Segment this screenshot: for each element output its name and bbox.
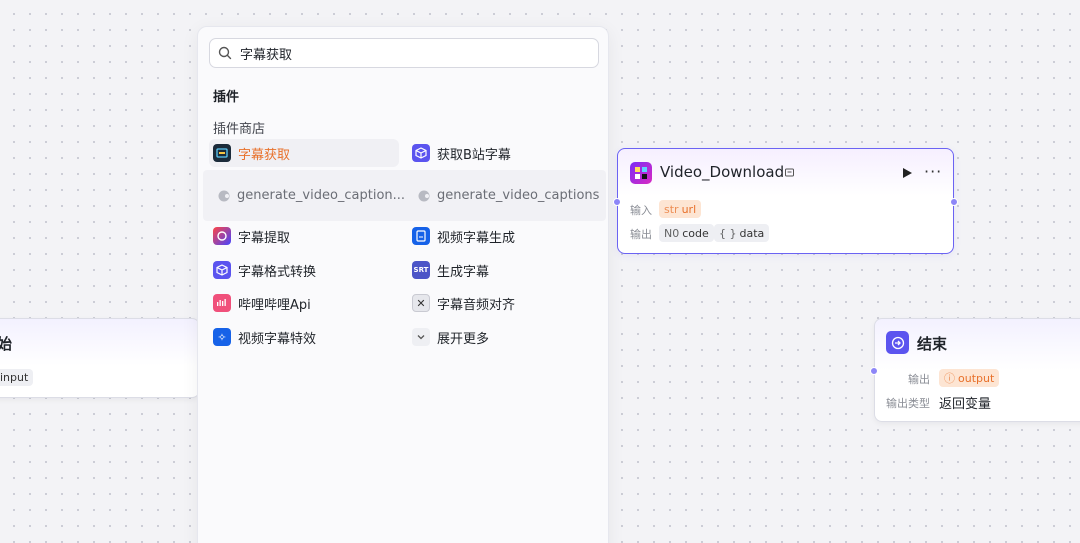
video-download-icon — [630, 162, 652, 184]
tool-item-generate-video-caption-1[interactable]: generate_video_caption... — [217, 170, 405, 221]
start-node-title: 始 — [0, 335, 13, 353]
start-node-input-chip: input — [0, 369, 34, 386]
subtitle-extract-icon — [213, 227, 231, 245]
plugin-item-subtitle-format[interactable]: 字幕格式转换 — [209, 256, 399, 284]
param-type: ⓘ — [944, 372, 955, 385]
search-box[interactable] — [209, 38, 599, 68]
plugin-item-label: 生成字幕 — [437, 264, 490, 280]
plugin-item-video-subtitle-effect[interactable]: ✧ 视频字幕特效 — [209, 323, 399, 351]
plugin-item-label: 视频字幕生成 — [437, 230, 516, 246]
param-name: output — [958, 371, 995, 385]
plugin-item-label: 字幕格式转换 — [238, 264, 317, 280]
param-name: code — [682, 226, 709, 240]
cube-icon — [213, 261, 231, 279]
param-name: data — [739, 226, 765, 240]
input-param-pill: str url — [659, 200, 702, 218]
plugin-item-label: 视频字幕特效 — [238, 331, 317, 347]
param-type: str — [664, 202, 679, 216]
end-input-port[interactable] — [870, 367, 878, 375]
plugin-item-video-subtitle-gen[interactable]: 视频字幕生成 — [408, 222, 598, 250]
store-badge-icon — [785, 168, 794, 177]
tool-icon — [218, 190, 230, 201]
plugin-item-label: 字幕提取 — [238, 230, 291, 246]
output-param-pill: { } data — [714, 224, 770, 242]
output-type-value: 返回变量 — [939, 397, 992, 412]
input-label: 输入 — [630, 204, 652, 217]
tool-icon — [418, 190, 430, 201]
chevron-down-icon — [412, 328, 430, 346]
end-node[interactable]: 结束 输出 ⓘ output 输出类型 返回变量 — [874, 318, 1080, 422]
plugin-item-subtitle-fetch[interactable]: 字幕获取 — [209, 139, 399, 167]
sparkle-icon: ✧ — [213, 328, 231, 346]
node-title: Video_Download — [660, 163, 785, 181]
expand-more-label: 展开更多 — [437, 331, 490, 347]
search-icon — [218, 46, 232, 60]
tool-item-generate-video-caption-2[interactable]: generate_video_captions — [417, 170, 599, 221]
tool-item-label: generate_video_caption... — [237, 188, 406, 203]
play-icon[interactable] — [901, 167, 913, 179]
plugin-item-bilibili-api[interactable]: 哔哩哔哩Api — [209, 289, 399, 317]
output-param-pill: ⓘ output — [939, 369, 1000, 387]
search-input[interactable] — [240, 45, 580, 61]
plugin-item-label: 获取B站字幕 — [437, 147, 511, 163]
video-subtitle-icon — [412, 227, 430, 245]
output-type-label: 输出类型 — [886, 397, 930, 410]
exit-icon — [886, 331, 909, 354]
plugin-item-generate-subtitle[interactable]: SRT 生成字幕 — [408, 256, 598, 284]
plugin-search-panel: 插件 插件商店 字幕获取 获取B站字幕 generate_video_capti… — [197, 26, 609, 543]
plugin-item-subtitle-extract[interactable]: 字幕提取 — [209, 222, 399, 250]
plugin-item-label: 字幕音频对齐 — [437, 297, 516, 313]
video-download-node[interactable]: Video_Download ··· 输入 str url 输出 N0 code… — [617, 148, 954, 254]
more-options-icon[interactable]: ··· — [924, 162, 942, 181]
plugin-item-label: 字幕获取 — [238, 147, 291, 163]
plugin-item-bilibili-subtitle[interactable]: 获取B站字幕 — [408, 139, 598, 167]
output-param-pill: N0 code — [659, 224, 714, 242]
bilibili-icon — [213, 294, 231, 312]
srt-icon: SRT — [412, 261, 430, 279]
param-name: url — [681, 202, 697, 216]
output-label: 输出 — [630, 228, 652, 241]
plugin-tools-row: generate_video_caption... generate_video… — [203, 170, 606, 221]
node-title: 结束 — [917, 335, 948, 353]
subtitle-fetch-icon — [213, 144, 231, 162]
expand-more-button[interactable]: 展开更多 — [408, 323, 598, 351]
cube-icon — [412, 144, 430, 162]
plugin-item-subtitle-audio-align[interactable]: ✕ 字幕音频对齐 — [408, 289, 598, 317]
output-label: 输出 — [908, 373, 930, 386]
plugin-store-title: 插件商店 — [213, 122, 266, 137]
tool-item-label: generate_video_captions — [437, 188, 600, 203]
input-port[interactable] — [613, 198, 621, 206]
section-title: 插件 — [213, 90, 240, 105]
output-port[interactable] — [950, 198, 958, 206]
param-type: { } — [719, 226, 737, 240]
plugin-item-label: 哔哩哔哩Api — [238, 297, 311, 313]
param-type: N0 — [664, 226, 680, 240]
start-node[interactable]: 始 input — [0, 318, 200, 398]
close-box-icon: ✕ — [412, 294, 430, 312]
